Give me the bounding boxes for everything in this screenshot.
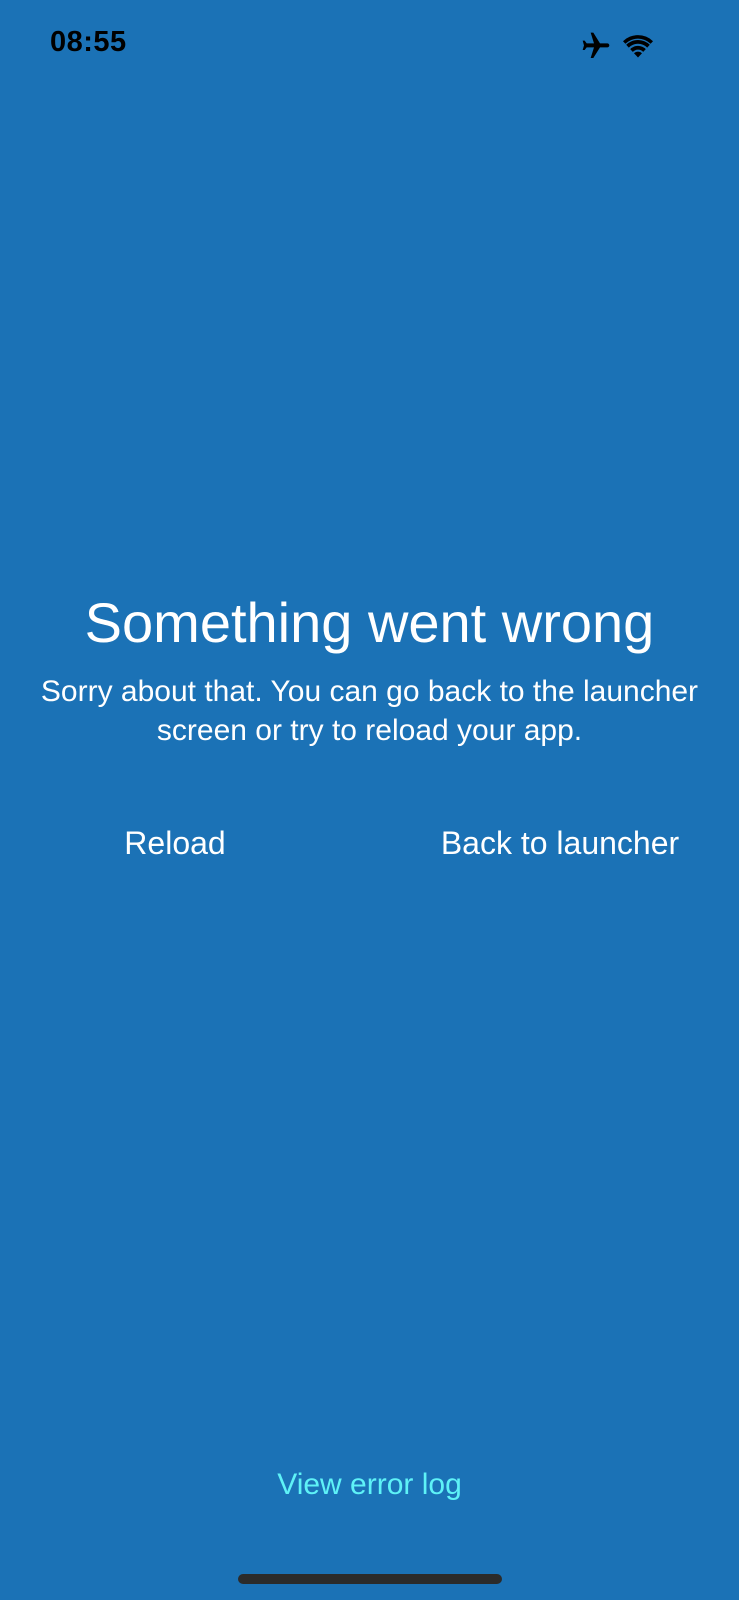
view-error-log-label[interactable]: View error log [271,1466,468,1504]
error-screen: 08:55 Something went wrong Sorry about t… [0,0,739,1600]
status-icons [580,28,660,64]
airplane-icon [582,32,610,58]
back-to-launcher-button[interactable]: Back to launcher [428,820,692,866]
status-time: 08:55 [50,26,127,58]
home-indicator[interactable] [238,1574,502,1584]
error-message: Sorry about that. You can go back to the… [40,675,699,747]
reload-button[interactable]: Reload [100,820,250,866]
error-title: Something went wrong [84,591,655,654]
status-bar: 08:55 [0,0,739,92]
view-error-log-link[interactable]: View error log [0,1466,739,1504]
wifi-icon [623,35,653,58]
